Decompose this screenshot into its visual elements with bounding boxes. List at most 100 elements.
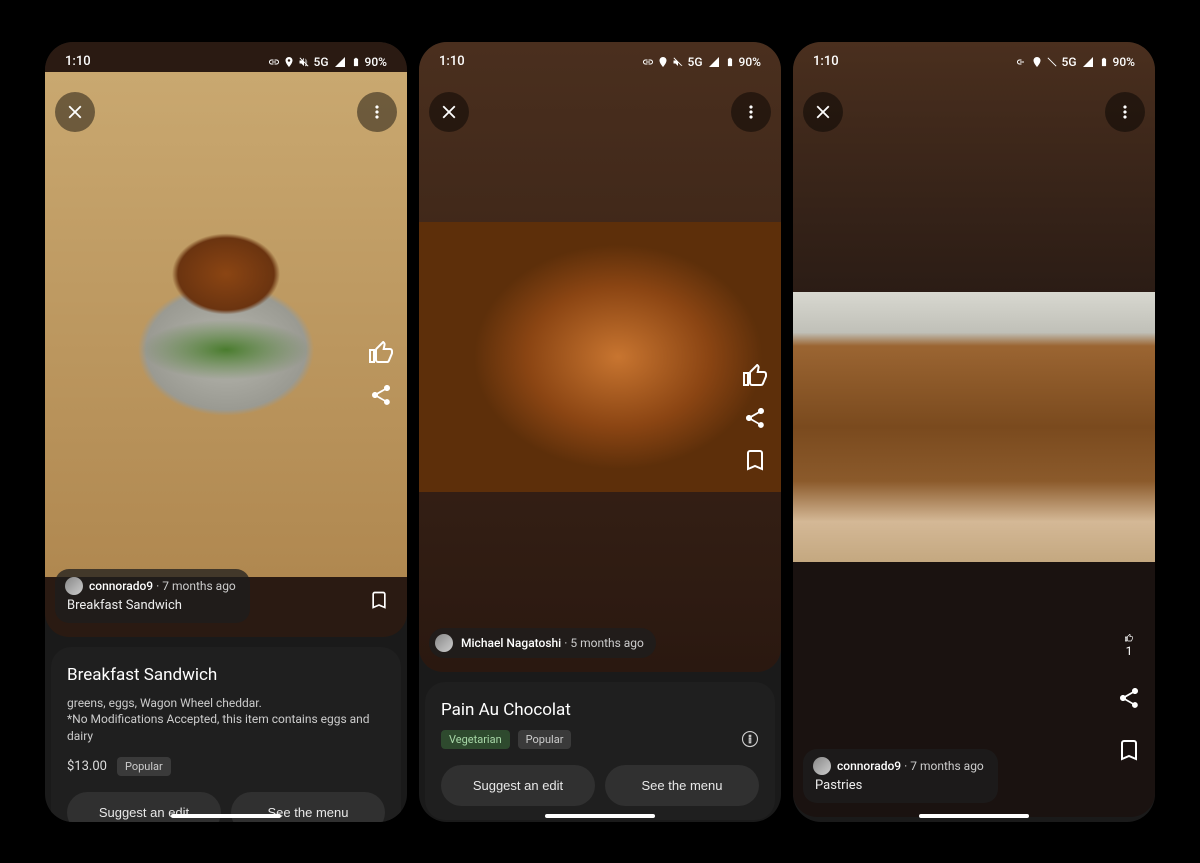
status-icons: [642, 56, 684, 68]
bookmark-icon: [743, 448, 767, 472]
avatar: [813, 757, 831, 775]
author-time: · 5 months ago: [564, 636, 644, 650]
author-name: connorado9: [837, 759, 901, 773]
tag-popular: Popular: [117, 757, 171, 776]
status-battery: 90%: [1113, 55, 1135, 69]
author-pill[interactable]: connorado9 · 7 months ago Breakfast Sand…: [55, 569, 250, 623]
author-name: connorado9: [89, 579, 153, 593]
more-button[interactable]: [1105, 92, 1145, 132]
share-button[interactable]: [369, 383, 393, 407]
save-button[interactable]: [743, 448, 767, 472]
save-button[interactable]: [1117, 738, 1141, 762]
status-right: 5G 90%: [268, 55, 387, 69]
status-battery: 90%: [365, 55, 387, 69]
author-time: · 7 months ago: [156, 579, 236, 593]
avatar: [65, 577, 83, 595]
phone-screen-1: 1:10 5G 90%: [45, 42, 407, 822]
status-network: 5G: [688, 55, 703, 69]
share-button[interactable]: [1117, 686, 1141, 710]
battery-icon: [351, 55, 361, 69]
status-icons: [268, 56, 310, 68]
food-photo: [419, 222, 781, 492]
signal-icon: [1081, 56, 1095, 68]
share-icon: [369, 383, 393, 407]
more-vert-icon: [1115, 102, 1135, 122]
more-vert-icon: [741, 102, 761, 122]
status-time: 1:10: [65, 54, 91, 69]
nav-buttons: [803, 92, 1145, 132]
vibrate-icon: [1046, 56, 1058, 68]
suggest-edit-button[interactable]: Suggest an edit: [441, 765, 595, 806]
home-indicator[interactable]: [545, 814, 655, 818]
status-bar: 1:10 5G 90%: [793, 42, 1155, 82]
bookmark-icon: [369, 589, 389, 611]
nav-buttons: [55, 92, 397, 132]
side-actions: 1: [1117, 634, 1141, 762]
like-button[interactable]: [369, 341, 393, 365]
like-count: 1: [1126, 644, 1133, 658]
close-button[interactable]: [803, 92, 843, 132]
location-icon: [1031, 56, 1043, 68]
battery-icon: [1099, 55, 1109, 69]
vibrate-icon: [672, 56, 684, 68]
author-time: · 7 months ago: [904, 759, 984, 773]
location-icon: [283, 56, 295, 68]
item-detail-card: Pain Au Chocolat Vegetarian Popular Sugg…: [425, 682, 775, 820]
link-icon: [268, 56, 280, 68]
info-icon[interactable]: [741, 730, 759, 748]
signal-icon: [707, 56, 721, 68]
save-button[interactable]: [369, 589, 389, 615]
more-button[interactable]: [731, 92, 771, 132]
status-right: 5G 90%: [642, 55, 761, 69]
author-name: Michael Nagatoshi: [461, 636, 561, 650]
tags-row: Vegetarian Popular: [441, 730, 759, 749]
item-title: Pain Au Chocolat: [441, 700, 759, 720]
item-price: $13.00: [67, 759, 107, 774]
status-icons: [1016, 56, 1058, 68]
see-menu-button[interactable]: See the menu: [605, 765, 759, 806]
signal-icon: [333, 56, 347, 68]
author-pill[interactable]: Michael Nagatoshi · 5 months ago: [429, 628, 656, 658]
close-icon: [64, 101, 86, 123]
side-actions: [743, 364, 767, 472]
photo-caption: Breakfast Sandwich: [65, 598, 182, 613]
close-button[interactable]: [429, 92, 469, 132]
button-row: Suggest an edit See the menu: [441, 765, 759, 806]
home-indicator[interactable]: [171, 814, 281, 818]
price-row: $13.00 Popular: [67, 757, 385, 776]
status-network: 5G: [1062, 55, 1077, 69]
side-actions: [369, 341, 393, 407]
home-indicator[interactable]: [919, 814, 1029, 818]
link-icon: [642, 56, 654, 68]
status-time: 1:10: [439, 54, 465, 69]
more-button[interactable]: [357, 92, 397, 132]
like-button[interactable]: [743, 364, 767, 388]
like-button[interactable]: 1: [1117, 634, 1141, 658]
nav-buttons: [429, 92, 771, 132]
share-icon: [1117, 686, 1141, 710]
status-battery: 90%: [739, 55, 761, 69]
item-detail-card: Breakfast Sandwich greens, eggs, Wagon W…: [51, 647, 401, 822]
tag-vegetarian: Vegetarian: [441, 730, 510, 749]
author-pill[interactable]: connorado9 · 7 months ago Pastries: [803, 749, 998, 803]
share-icon: [743, 406, 767, 430]
screenshots-container: 1:10 5G 90%: [45, 42, 1155, 822]
share-button[interactable]: [743, 406, 767, 430]
phone-screen-2: 1:10 5G 90%: [419, 42, 781, 822]
phone-screen-3: 1:10 5G 90%: [793, 42, 1155, 822]
close-icon: [812, 101, 834, 123]
status-right: 5G 90%: [1016, 55, 1135, 69]
item-description: greens, eggs, Wagon Wheel cheddar. *No M…: [67, 695, 385, 745]
thumbs-up-icon: [1117, 634, 1141, 642]
battery-icon: [725, 55, 735, 69]
status-time: 1:10: [813, 54, 839, 69]
close-button[interactable]: [55, 92, 95, 132]
food-photo: [793, 292, 1155, 562]
close-icon: [438, 101, 460, 123]
food-photo: [45, 72, 407, 577]
location-icon: [657, 56, 669, 68]
photo-viewer[interactable]: 1 connorado9 · 7 months ago Pastrie: [793, 42, 1155, 817]
avatar: [435, 634, 453, 652]
status-bar: 1:10 5G 90%: [419, 42, 781, 82]
photo-viewer[interactable]: Michael Nagatoshi · 5 months ago: [419, 42, 781, 672]
